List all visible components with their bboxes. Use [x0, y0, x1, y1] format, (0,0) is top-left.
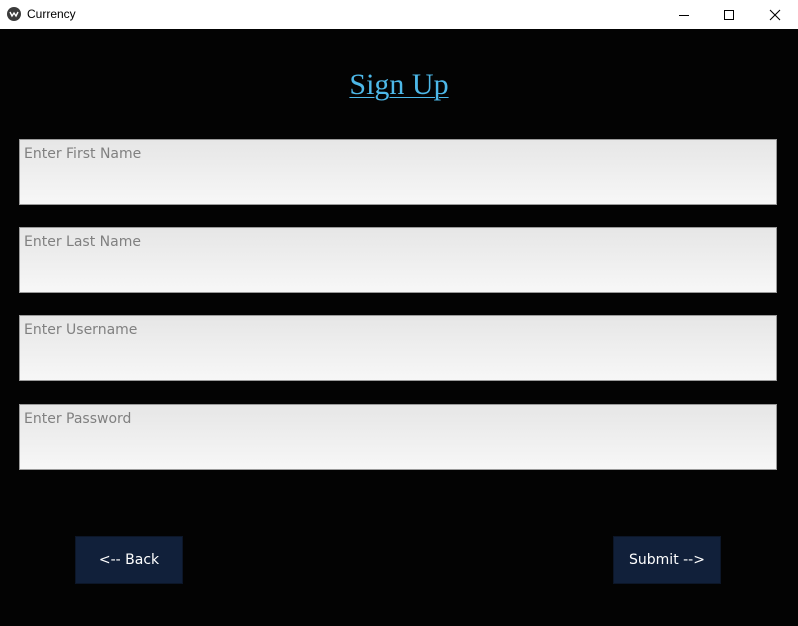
last-name-field[interactable]: Enter Last Name [19, 227, 777, 293]
window-title: Currency [27, 7, 76, 21]
first-name-placeholder: Enter First Name [24, 146, 142, 162]
back-button[interactable]: <-- Back [75, 536, 183, 584]
first-name-field[interactable]: Enter First Name [19, 139, 777, 205]
minimize-button[interactable] [661, 0, 707, 29]
close-icon [769, 9, 781, 20]
last-name-placeholder: Enter Last Name [24, 234, 141, 250]
username-placeholder: Enter Username [24, 322, 138, 338]
submit-button[interactable]: Submit --> [613, 536, 721, 584]
password-placeholder: Enter Password [24, 411, 132, 427]
app-logo-icon [7, 7, 21, 21]
title-bar[interactable]: Currency [0, 0, 798, 29]
page-title: Sign Up [349, 68, 449, 101]
app-window: Currency Sign Up Enter First Name Enter … [0, 0, 798, 626]
close-button[interactable] [752, 0, 798, 29]
minimize-icon [679, 14, 689, 16]
maximize-button[interactable] [706, 0, 752, 29]
username-field[interactable]: Enter Username [19, 315, 777, 381]
password-field[interactable]: Enter Password [19, 404, 777, 470]
maximize-icon [724, 9, 734, 20]
